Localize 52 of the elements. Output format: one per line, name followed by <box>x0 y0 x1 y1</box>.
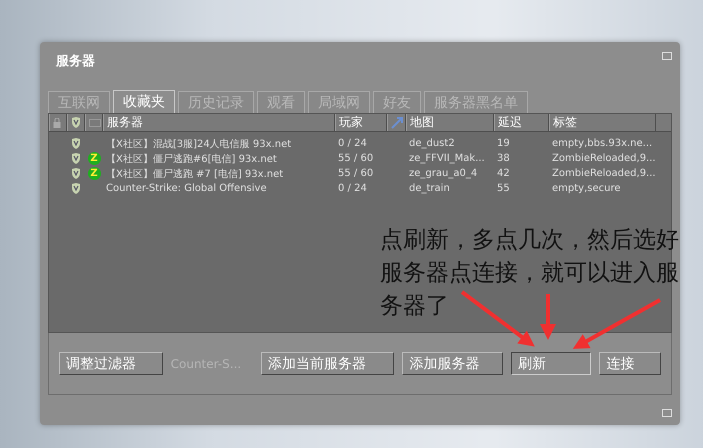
table-cell-text: ZombieReloaded,9... <box>551 168 656 179</box>
arrow <box>540 294 556 340</box>
shield-icon <box>71 168 81 179</box>
sort-icon <box>391 116 403 128</box>
annotation-text: 服务器点连接，就可以进入服 <box>380 259 679 288</box>
table-cell-text: de_train <box>408 183 451 194</box>
filter-button[interactable]: 调整过滤器 <box>59 352 163 375</box>
table-cell-text: 38 <box>496 153 511 164</box>
zombie-badge: Z <box>88 167 100 180</box>
table-cell-text: empty,bbs.93x.ne... <box>551 138 654 149</box>
resize-icon <box>662 52 672 60</box>
table-cell-text: de_dust2 <box>408 138 456 149</box>
shield-icon <box>71 153 81 164</box>
secure-column-header[interactable] <box>67 114 85 131</box>
shield-icon <box>71 183 81 194</box>
lock-icon <box>53 118 61 128</box>
table-cell-text: ze_grau_a0_4 <box>408 168 478 179</box>
table-cell-text: 【X社区】僵尸逃跑#6[电信] 93x.net <box>105 152 278 166</box>
table-cell-text: 【X社区】混战[3服]24人电信服 93x.net <box>105 138 292 150</box>
table-cell-text: 55 <box>496 183 511 194</box>
bots-icon <box>89 118 101 126</box>
table-cell-text: empty,secure <box>551 183 622 194</box>
shield-icon <box>71 138 81 149</box>
column-header[interactable]: 延迟 <box>494 114 549 131</box>
column-header[interactable]: 标签 <box>549 114 656 131</box>
table-cell-text: Counter-Strike: Global Offensive <box>105 183 268 194</box>
table-cell-text: 0 / 24 <box>337 183 368 194</box>
column-header[interactable]: 服务器 <box>103 114 335 131</box>
table-cell-text: 19 <box>496 138 511 149</box>
footer-button[interactable]: 连接 <box>599 352 661 375</box>
column-header[interactable]: 玩家 <box>335 114 387 131</box>
bots-column-header[interactable] <box>85 114 103 131</box>
table-cell-text: 0 / 24 <box>337 138 368 149</box>
zombie-badge: Z <box>88 152 100 165</box>
annotation-text: 务器了 <box>380 292 449 321</box>
shield-icon <box>71 117 81 128</box>
table-cell-text: 55 / 60 <box>337 168 374 179</box>
footer-button[interactable]: 添加当前服务器 <box>260 352 394 375</box>
table-cell-text: ze_FFVII_Mak... <box>408 153 486 164</box>
sort-column-header[interactable] <box>387 114 406 131</box>
table-cell-text: ZombieReloaded,9... <box>551 153 656 164</box>
resize-icon <box>662 409 672 417</box>
tab[interactable]: 收藏夹 <box>113 90 175 113</box>
table-cell-text: 【X社区】僵尸逃跑 #7 [电信] 93x.net <box>105 168 284 180</box>
lock-column-header[interactable] <box>49 114 67 131</box>
annotation-text: 点刷新，多点几次，然后选好 <box>380 226 679 255</box>
table-cell-text: 55 / 60 <box>337 153 374 164</box>
footer-button[interactable]: 添加服务器 <box>402 352 504 375</box>
window-title: 服务器 <box>56 53 95 70</box>
footer-button[interactable]: 刷新 <box>511 352 592 375</box>
column-header[interactable]: 地图 <box>406 114 494 131</box>
table-cell-text: 42 <box>496 168 511 179</box>
